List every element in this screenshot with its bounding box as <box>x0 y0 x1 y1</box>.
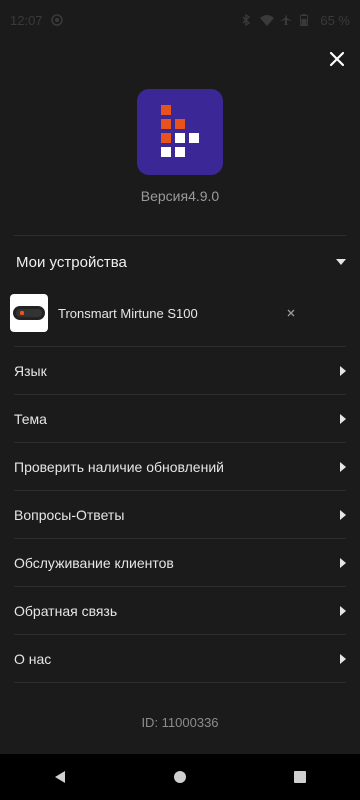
close-icon <box>287 309 295 317</box>
chevron-right-icon <box>340 510 346 520</box>
chevron-right-icon <box>340 654 346 664</box>
menu-label: Обслуживание клиентов <box>14 555 174 571</box>
close-icon <box>329 51 345 67</box>
menu-label: Вопросы-Ответы <box>14 507 125 523</box>
chevron-right-icon <box>340 462 346 472</box>
chevron-right-icon <box>340 414 346 424</box>
menu-item-feedback[interactable]: Обратная связь <box>0 587 360 635</box>
menu-label: Проверить наличие обновлений <box>14 459 224 475</box>
chevron-right-icon <box>340 558 346 568</box>
menu-label: Тема <box>14 411 47 427</box>
device-row[interactable]: Tronsmart Mirtune S100 <box>0 291 360 335</box>
device-image <box>10 294 48 332</box>
airplane-icon <box>280 14 293 26</box>
back-icon <box>55 771 65 783</box>
battery-percent: 65 % <box>320 12 350 28</box>
recents-button[interactable] <box>285 762 315 792</box>
menu-label: Язык <box>14 363 47 379</box>
divider <box>14 235 346 236</box>
status-left: 12:07 <box>10 13 63 28</box>
menu-item-language[interactable]: Язык <box>0 347 360 395</box>
bluetooth-icon <box>240 13 252 27</box>
navigation-bar <box>0 754 360 800</box>
chevron-right-icon <box>340 366 346 376</box>
menu-item-check-updates[interactable]: Проверить наличие обновлений <box>0 443 360 491</box>
speaker-icon <box>13 306 45 320</box>
user-id: ID: 11000336 <box>141 715 219 730</box>
home-button[interactable] <box>165 762 195 792</box>
menu-label: Обратная связь <box>14 603 118 619</box>
chevron-down-icon <box>336 259 346 265</box>
menu-label: О нас <box>14 651 52 667</box>
status-time: 12:07 <box>10 12 43 28</box>
status-right: 65 % <box>240 13 350 28</box>
app-logo <box>137 89 223 175</box>
my-devices-header[interactable]: Мои устройства <box>0 237 360 287</box>
app-logo-graphic <box>161 105 199 157</box>
wifi-icon <box>260 14 275 26</box>
device-name: Tronsmart Mirtune S100 <box>58 305 198 321</box>
menu-item-faq[interactable]: Вопросы-Ответы <box>0 491 360 539</box>
battery-icon <box>300 14 312 26</box>
status-bar: 12:07 65 % <box>0 0 360 40</box>
target-icon <box>50 14 63 26</box>
chevron-right-icon <box>340 606 346 616</box>
divider <box>14 682 346 683</box>
remove-device-button[interactable] <box>282 304 300 322</box>
recents-icon <box>294 771 306 783</box>
home-icon <box>174 771 186 783</box>
menu-item-about[interactable]: О нас <box>0 635 360 683</box>
my-devices-title: Мои устройства <box>16 253 127 271</box>
back-button[interactable] <box>45 762 75 792</box>
menu-item-theme[interactable]: Тема <box>0 395 360 443</box>
close-button[interactable] <box>328 50 346 68</box>
menu-item-customer-service[interactable]: Обслуживание клиентов <box>0 539 360 587</box>
app-version: Версия4.9.0 <box>140 188 220 204</box>
